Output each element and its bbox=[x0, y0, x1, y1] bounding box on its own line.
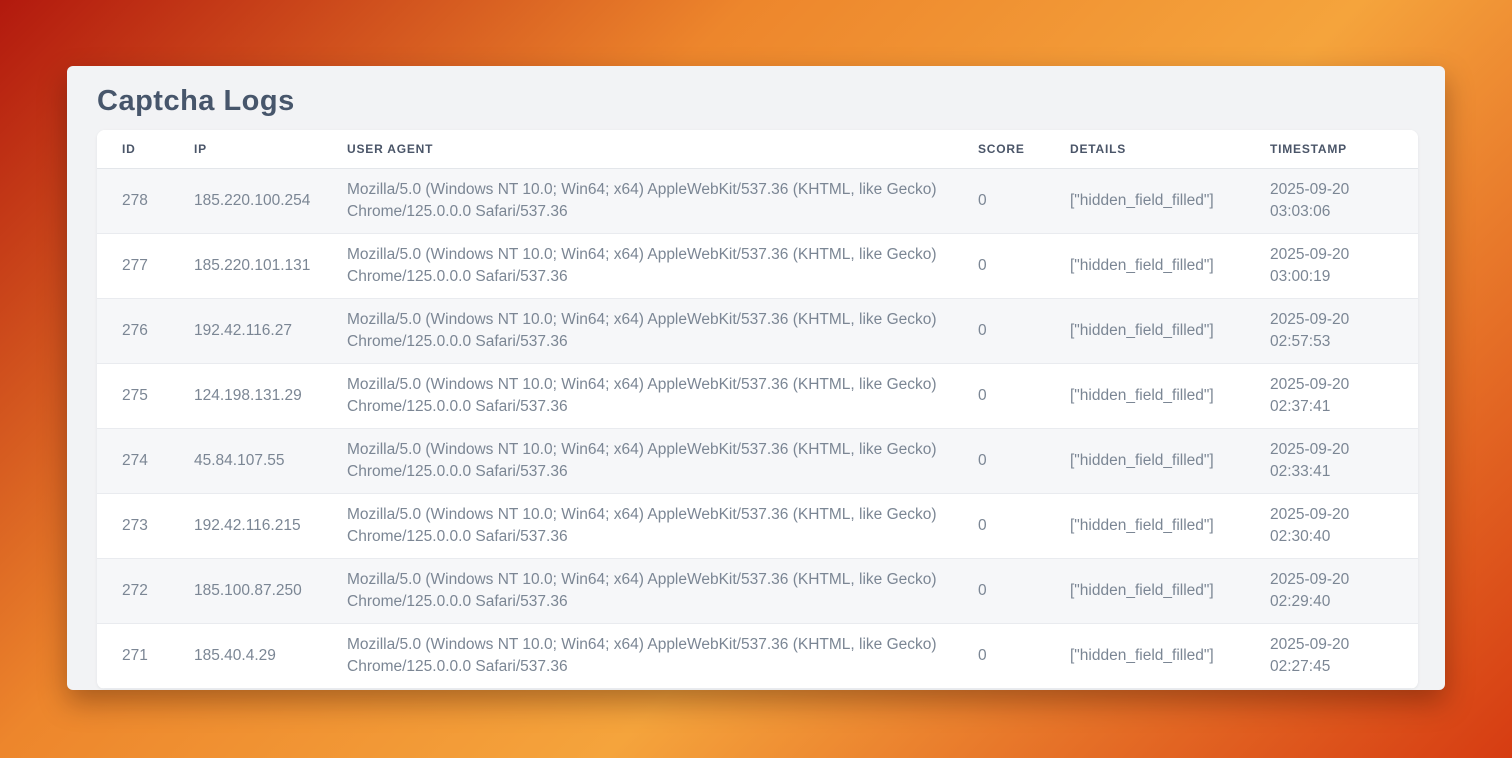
cell-user-agent: Mozilla/5.0 (Windows NT 10.0; Win64; x64… bbox=[347, 428, 978, 493]
logs-table: ID IP USER AGENT SCORE DETAILS TIMESTAMP… bbox=[97, 130, 1418, 689]
table-row: 272 185.100.87.250 Mozilla/5.0 (Windows … bbox=[97, 558, 1418, 623]
cell-details: ["hidden_field_filled"] bbox=[1070, 428, 1270, 493]
cell-id: 276 bbox=[97, 298, 194, 363]
cell-timestamp: 2025-09-20 03:00:19 bbox=[1270, 233, 1418, 298]
cell-score: 0 bbox=[978, 428, 1070, 493]
cell-score: 0 bbox=[978, 623, 1070, 688]
cell-timestamp: 2025-09-20 02:27:45 bbox=[1270, 623, 1418, 688]
cell-user-agent: Mozilla/5.0 (Windows NT 10.0; Win64; x64… bbox=[347, 298, 978, 363]
cell-timestamp: 2025-09-20 02:37:41 bbox=[1270, 363, 1418, 428]
cell-user-agent: Mozilla/5.0 (Windows NT 10.0; Win64; x64… bbox=[347, 168, 978, 233]
cell-ip: 185.40.4.29 bbox=[194, 623, 347, 688]
cell-details: ["hidden_field_filled"] bbox=[1070, 558, 1270, 623]
cell-id: 278 bbox=[97, 168, 194, 233]
cell-user-agent: Mozilla/5.0 (Windows NT 10.0; Win64; x64… bbox=[347, 233, 978, 298]
page-title: Captcha Logs bbox=[67, 66, 1445, 130]
cell-ip: 124.198.131.29 bbox=[194, 363, 347, 428]
cell-details: ["hidden_field_filled"] bbox=[1070, 298, 1270, 363]
table-row: 277 185.220.101.131 Mozilla/5.0 (Windows… bbox=[97, 233, 1418, 298]
cell-score: 0 bbox=[978, 298, 1070, 363]
cell-score: 0 bbox=[978, 233, 1070, 298]
cell-user-agent: Mozilla/5.0 (Windows NT 10.0; Win64; x64… bbox=[347, 623, 978, 688]
table-row: 275 124.198.131.29 Mozilla/5.0 (Windows … bbox=[97, 363, 1418, 428]
cell-timestamp: 2025-09-20 02:29:40 bbox=[1270, 558, 1418, 623]
cell-ip: 192.42.116.215 bbox=[194, 493, 347, 558]
column-header-user-agent: USER AGENT bbox=[347, 130, 978, 168]
cell-score: 0 bbox=[978, 558, 1070, 623]
column-header-ip: IP bbox=[194, 130, 347, 168]
cell-id: 271 bbox=[97, 623, 194, 688]
cell-score: 0 bbox=[978, 493, 1070, 558]
cell-details: ["hidden_field_filled"] bbox=[1070, 233, 1270, 298]
table-row: 274 45.84.107.55 Mozilla/5.0 (Windows NT… bbox=[97, 428, 1418, 493]
cell-timestamp: 2025-09-20 03:03:06 bbox=[1270, 168, 1418, 233]
cell-timestamp: 2025-09-20 02:57:53 bbox=[1270, 298, 1418, 363]
cell-score: 0 bbox=[978, 168, 1070, 233]
page-background: Captcha Logs ID IP USER AGENT SCORE DETA… bbox=[0, 0, 1512, 758]
table-row: 278 185.220.100.254 Mozilla/5.0 (Windows… bbox=[97, 168, 1418, 233]
cell-details: ["hidden_field_filled"] bbox=[1070, 168, 1270, 233]
logs-table-container: ID IP USER AGENT SCORE DETAILS TIMESTAMP… bbox=[97, 130, 1418, 689]
cell-timestamp: 2025-09-20 02:30:40 bbox=[1270, 493, 1418, 558]
cell-ip: 185.220.100.254 bbox=[194, 168, 347, 233]
cell-id: 273 bbox=[97, 493, 194, 558]
table-row: 276 192.42.116.27 Mozilla/5.0 (Windows N… bbox=[97, 298, 1418, 363]
cell-user-agent: Mozilla/5.0 (Windows NT 10.0; Win64; x64… bbox=[347, 493, 978, 558]
column-header-id: ID bbox=[97, 130, 194, 168]
table-header-row: ID IP USER AGENT SCORE DETAILS TIMESTAMP bbox=[97, 130, 1418, 168]
table-body: 278 185.220.100.254 Mozilla/5.0 (Windows… bbox=[97, 168, 1418, 688]
cell-id: 274 bbox=[97, 428, 194, 493]
column-header-timestamp: TIMESTAMP bbox=[1270, 130, 1418, 168]
cell-details: ["hidden_field_filled"] bbox=[1070, 493, 1270, 558]
cell-ip: 185.220.101.131 bbox=[194, 233, 347, 298]
cell-ip: 185.100.87.250 bbox=[194, 558, 347, 623]
cell-user-agent: Mozilla/5.0 (Windows NT 10.0; Win64; x64… bbox=[347, 558, 978, 623]
column-header-score: SCORE bbox=[978, 130, 1070, 168]
column-header-details: DETAILS bbox=[1070, 130, 1270, 168]
cell-score: 0 bbox=[978, 363, 1070, 428]
cell-details: ["hidden_field_filled"] bbox=[1070, 623, 1270, 688]
cell-ip: 192.42.116.27 bbox=[194, 298, 347, 363]
table-row: 271 185.40.4.29 Mozilla/5.0 (Windows NT … bbox=[97, 623, 1418, 688]
cell-user-agent: Mozilla/5.0 (Windows NT 10.0; Win64; x64… bbox=[347, 363, 978, 428]
cell-id: 272 bbox=[97, 558, 194, 623]
cell-id: 277 bbox=[97, 233, 194, 298]
cell-timestamp: 2025-09-20 02:33:41 bbox=[1270, 428, 1418, 493]
table-row: 273 192.42.116.215 Mozilla/5.0 (Windows … bbox=[97, 493, 1418, 558]
cell-id: 275 bbox=[97, 363, 194, 428]
cell-ip: 45.84.107.55 bbox=[194, 428, 347, 493]
cell-details: ["hidden_field_filled"] bbox=[1070, 363, 1270, 428]
captcha-logs-card: Captcha Logs ID IP USER AGENT SCORE DETA… bbox=[67, 66, 1445, 690]
